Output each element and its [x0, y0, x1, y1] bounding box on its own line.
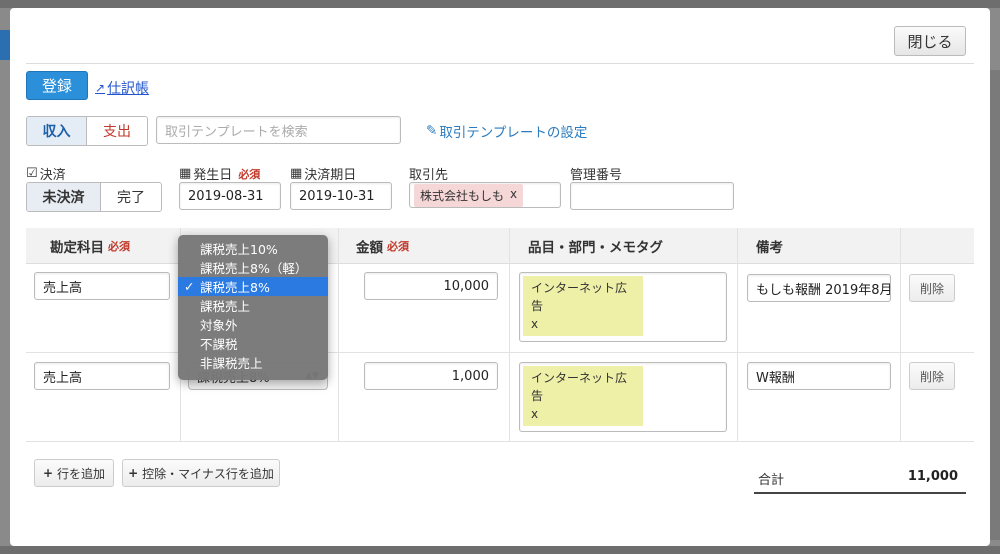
income-tab[interactable]: 収入 — [27, 117, 87, 145]
row2-tags-input[interactable]: インターネット広告 x — [519, 362, 727, 432]
total-value: 11,000 — [907, 469, 958, 484]
account-header-label: 勘定科目 — [50, 240, 104, 256]
add-row-button[interactable]: + 行を追加 — [34, 459, 114, 487]
required-badge: 必須 — [108, 240, 130, 253]
settle-label: ☑ 決済 — [26, 164, 66, 183]
row1-amount-input[interactable]: 10,000 — [364, 272, 498, 300]
plus-icon: + — [42, 466, 54, 480]
external-link-icon: ↗ — [95, 81, 106, 95]
row1-tags-input[interactable]: インターネット広告 x — [519, 272, 727, 342]
total-underline — [754, 492, 966, 494]
expense-tab[interactable]: 支出 — [87, 117, 147, 145]
row-divider — [26, 441, 974, 442]
mgmt-number-input[interactable] — [570, 182, 734, 210]
column-divider — [900, 228, 901, 442]
column-divider — [737, 228, 738, 442]
backdrop-top — [0, 0, 1000, 8]
partner-input[interactable]: 株式会社もしも x — [409, 182, 561, 208]
tax-dropdown: 課税売上10% 課税売上8%（軽） ✓ 課税売上8% 課税売上 対象外 不課税 … — [178, 235, 328, 380]
tax-option-label: 課税売上8% — [200, 280, 270, 295]
account-header: 勘定科目 必須 — [50, 228, 130, 264]
row1-delete-button[interactable]: 削除 — [909, 274, 955, 302]
plus-icon: + — [128, 466, 139, 480]
issue-date-input[interactable]: 2019-08-31 — [179, 182, 281, 210]
amount-header: 金額 必須 — [356, 228, 409, 264]
issue-date-label: ▦ 発生日 必須 — [179, 164, 260, 183]
row2-note-input[interactable]: W報酬 — [747, 362, 891, 390]
note-header: 備考 — [756, 240, 783, 256]
tax-option[interactable]: 不課税 — [178, 334, 328, 353]
backdrop-scrollbar — [990, 70, 1000, 540]
amount-header-label: 金額 — [356, 240, 383, 256]
tax-option[interactable]: 課税売上8%（軽） — [178, 258, 328, 277]
divider — [26, 63, 974, 64]
tax-option[interactable]: 対象外 — [178, 315, 328, 334]
calendar-icon: ▦ — [290, 166, 303, 181]
row1-note-input[interactable]: もしも報酬 2019年8月分 — [747, 274, 891, 302]
issue-date-label-text: 発生日 — [193, 168, 233, 183]
check-icon: ✓ — [184, 279, 195, 294]
tax-option[interactable]: 非課税売上 — [178, 353, 328, 372]
calendar-icon: ▦ — [179, 166, 192, 181]
tax-option-selected[interactable]: ✓ 課税売上8% — [178, 277, 328, 296]
transaction-modal: 閉じる 登録 ↗ 仕訳帳 収入 支出 取引テンプレートを検索 ✎ 取引テンプレー… — [10, 8, 990, 546]
edit-icon: ✎ — [426, 123, 438, 139]
row2-account-input[interactable]: 売上高 — [34, 362, 170, 390]
row1-tag-label: インターネット広告 — [531, 281, 628, 313]
row2-tag-label: インターネット広告 — [531, 371, 628, 403]
settle-done-tab[interactable]: 完了 — [101, 183, 161, 211]
settle-unpaid-tab[interactable]: 未決済 — [27, 183, 101, 211]
column-divider — [338, 228, 339, 442]
due-date-label-text: 決済期日 — [304, 168, 357, 183]
due-date-label: ▦ 決済期日 — [290, 164, 356, 183]
add-row-label: 行を追加 — [57, 466, 106, 481]
transaction-type-toggle: 収入 支出 — [26, 116, 148, 146]
row2-delete-button[interactable]: 削除 — [909, 362, 955, 390]
total-label: 合計 — [758, 473, 785, 488]
template-search-input[interactable]: 取引テンプレートを検索 — [156, 116, 401, 144]
table-header: 勘定科目 必須 金額 必須 品目・部門・メモタグ 備考 — [26, 228, 974, 264]
journal-link[interactable]: ↗ 仕訳帳 — [95, 78, 149, 98]
row2-tag-remove[interactable]: x — [531, 405, 635, 423]
settle-toggle: 未決済 完了 — [26, 182, 162, 212]
checkbox-icon: ☑ — [26, 166, 38, 181]
template-settings-label: 取引テンプレートの設定 — [439, 125, 588, 141]
partner-tag: 株式会社もしも x — [414, 183, 524, 207]
column-divider — [509, 228, 510, 442]
row2-amount-input[interactable]: 1,000 — [364, 362, 498, 390]
required-badge: 必須 — [238, 167, 261, 181]
partner-remove-button[interactable]: x — [510, 187, 517, 204]
template-settings-link[interactable]: ✎ 取引テンプレートの設定 — [426, 121, 587, 141]
row1-tag-remove[interactable]: x — [531, 315, 635, 333]
add-deduct-row-label: 控除・マイナス行を追加 — [142, 466, 274, 481]
backdrop-left-accent — [0, 30, 10, 60]
settle-label-text: 決済 — [39, 168, 66, 183]
due-date-input[interactable]: 2019-10-31 — [290, 182, 392, 210]
row2-tag: インターネット広告 x — [523, 366, 643, 426]
journal-link-label: 仕訳帳 — [107, 81, 150, 97]
tax-option[interactable]: 課税売上 — [178, 296, 328, 315]
row1-account-input[interactable]: 売上高 — [34, 272, 170, 300]
tax-option[interactable]: 課税売上10% — [178, 239, 328, 258]
backdrop-bottom — [0, 546, 1000, 554]
register-button[interactable]: 登録 — [26, 71, 88, 100]
add-deduct-row-button[interactable]: + 控除・マイナス行を追加 — [122, 459, 280, 487]
tags-header: 品目・部門・メモタグ — [528, 240, 663, 256]
row1-tag: インターネット広告 x — [523, 276, 643, 336]
mgmt-number-label: 管理番号 — [570, 168, 623, 183]
close-button[interactable]: 閉じる — [894, 26, 966, 56]
partner-tag-label: 株式会社もしも — [420, 188, 505, 203]
partner-label: 取引先 — [409, 168, 449, 183]
required-badge: 必須 — [387, 240, 409, 253]
row-divider — [26, 352, 974, 353]
template-search-placeholder: 取引テンプレートを検索 — [165, 124, 308, 140]
